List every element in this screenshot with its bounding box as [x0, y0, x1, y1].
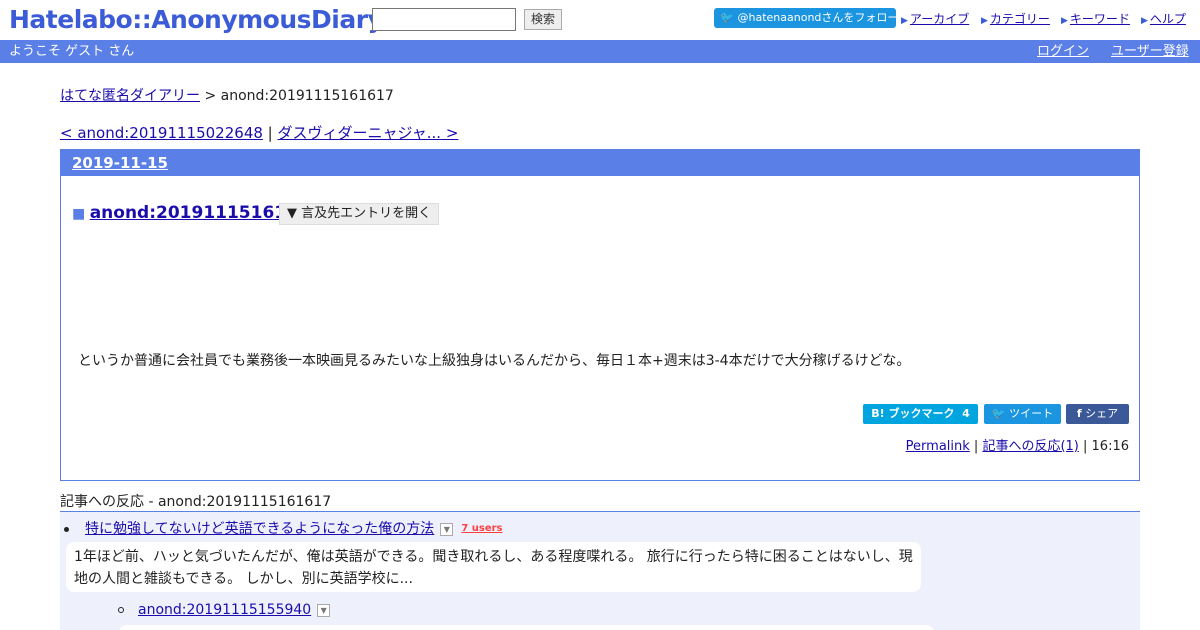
facebook-icon: f — [1076, 407, 1082, 420]
user-bar: ようこそ ゲスト さん ログイン ユーザー登録 — [0, 40, 1200, 63]
prev-next-nav: < anond:20191115022648 | ダスヴィダーニャジャ... > — [60, 122, 458, 143]
prev-next-separator: | — [262, 124, 278, 142]
permalink-link[interactable]: Permalink — [906, 439, 970, 454]
hatena-bookmark-label: B! ブックマーク — [871, 407, 955, 420]
day-section: 2019-11-15 ■ anond:20191115161051 ▼ 言及先エ… — [60, 149, 1140, 481]
nav-keyword-link[interactable]: キーワード — [1070, 12, 1130, 26]
list-bullet — [118, 607, 124, 613]
list-bullet — [64, 526, 69, 532]
day-header: 2019-11-15 — [61, 150, 1139, 176]
reaction-title-link[interactable]: 特に勉強してないけど英語できるようになった俺の方法 — [85, 521, 434, 537]
breadcrumb: はてな匿名ダイアリー > anond:20191115161617 — [60, 85, 394, 105]
entry-time: 16:16 — [1091, 439, 1129, 454]
tweet-button[interactable]: 🐦 ツイート — [984, 404, 1061, 424]
follow-label: @hatenaanondさんをフォロー — [737, 11, 899, 24]
twitter-icon: 🐦 — [720, 11, 734, 24]
facebook-share-label: シェア — [1085, 407, 1119, 420]
chevron-right-icon: ▶ — [981, 16, 988, 26]
chevron-down-icon[interactable]: ▼ — [440, 522, 454, 536]
site-logo[interactable]: Hatelabo::AnonymousDiary — [9, 5, 384, 34]
reaction-subitem-snippet — [119, 625, 934, 630]
tweet-label: ツイート — [1009, 407, 1054, 420]
site-header: Hatelabo::AnonymousDiary 検索 🐦 @hatenaano… — [0, 0, 1200, 40]
breadcrumb-separator: > — [200, 88, 221, 104]
reactions-link[interactable]: 記事への反応(1) — [982, 439, 1078, 454]
search-button[interactable]: 検索 — [524, 9, 562, 30]
twitter-follow-button[interactable]: 🐦 @hatenaanondさんをフォロー — [714, 8, 899, 28]
welcome-text: ようこそ ゲスト さん — [9, 44, 135, 59]
facebook-share-button[interactable]: f シェア — [1066, 404, 1129, 424]
entry-body: というか普通に会社員でも業務後一本映画見るみたいな上級独身はいるんだから、毎日１… — [78, 353, 911, 369]
nav-help-link[interactable]: ヘルプ — [1150, 12, 1186, 26]
chevron-right-icon: ▶ — [901, 16, 908, 26]
nav-archive-link[interactable]: アーカイブ — [910, 12, 969, 26]
hatena-bookmark-button[interactable]: B! ブックマーク 4 — [863, 404, 978, 424]
register-link[interactable]: ユーザー登録 — [1111, 40, 1189, 63]
prev-entry-link[interactable]: < anond:20191115022648 — [60, 124, 263, 142]
chevron-down-icon[interactable]: ▼ — [317, 603, 331, 617]
nav-archive[interactable]: ▶ アーカイブ — [901, 10, 969, 27]
next-entry-link[interactable]: ダスヴィダーニャジャ... > — [278, 124, 459, 142]
breadcrumb-home-link[interactable]: はてな匿名ダイアリー — [60, 88, 200, 104]
snippet-line: 地の人間と雑談もできる。 しかし、別に英語学校に... — [74, 571, 413, 587]
square-bullet-icon: ■ — [72, 206, 86, 222]
nav-category[interactable]: ▶ カテゴリー — [981, 10, 1050, 27]
hatena-bookmark-count: 4 — [962, 407, 970, 420]
login-link[interactable]: ログイン — [1037, 40, 1089, 63]
reaction-subitem: anond:20191115155940 ▼ — [118, 602, 331, 618]
nav-keyword[interactable]: ▶ キーワード — [1061, 10, 1130, 27]
chevron-right-icon: ▶ — [1061, 16, 1068, 26]
entry-footer: Permalink | 記事への反応(1) | 16:16 — [905, 439, 1129, 454]
search-input[interactable] — [372, 8, 516, 31]
day-date-link[interactable]: 2019-11-15 — [72, 154, 168, 172]
reaction-subitem-link[interactable]: anond:20191115155940 — [138, 602, 311, 618]
breadcrumb-current: anond:20191115161617 — [220, 88, 394, 104]
reaction-snippet: 1年ほど前、ハッと気づいたんだが、俺は英語ができる。聞き取れるし、ある程度喋れる… — [66, 542, 921, 592]
nav-help[interactable]: ▶ ヘルプ — [1141, 10, 1186, 27]
reactions-list: 特に勉強してないけど英語できるようになった俺の方法 ▼ 7 users 1年ほど前、… — [60, 512, 1140, 630]
bookmark-users-badge[interactable]: 7 users — [461, 523, 502, 534]
open-referenced-entry-button[interactable]: ▼ 言及先エントリを開く — [279, 203, 439, 225]
chevron-right-icon: ▶ — [1141, 16, 1148, 26]
reaction-item: 特に勉強してないけど英語できるようになった俺の方法 ▼ 7 users — [64, 518, 503, 538]
nav-category-link[interactable]: カテゴリー — [990, 12, 1050, 26]
snippet-line: 1年ほど前、ハッと気づいたんだが、俺は英語ができる。聞き取れるし、ある程度喋れる… — [74, 549, 913, 565]
twitter-icon: 🐦 — [991, 407, 1006, 420]
reactions-title: 記事への反応 - anond:20191115161617 — [60, 494, 332, 510]
